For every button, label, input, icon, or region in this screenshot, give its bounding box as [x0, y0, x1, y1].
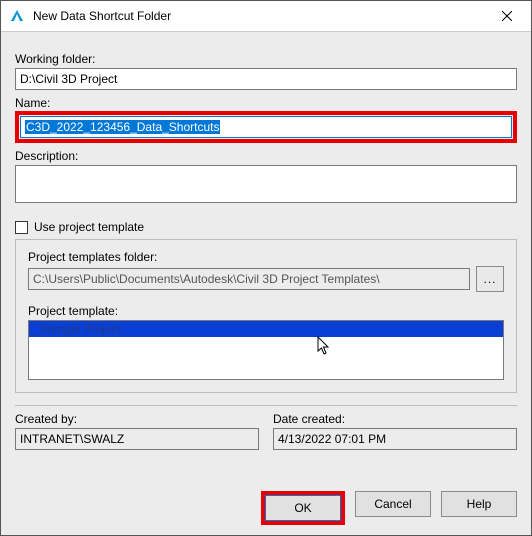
use-template-row[interactable]: Use project template	[15, 220, 517, 234]
name-field[interactable]: C3D_2022_123456_Data_Shortcuts	[20, 116, 512, 138]
close-button[interactable]	[487, 1, 527, 31]
project-template-list[interactable]: _Sample Project	[28, 320, 504, 380]
created-by-field	[15, 428, 259, 450]
ellipsis-icon: ...	[483, 272, 496, 286]
name-highlight: C3D_2022_123456_Data_Shortcuts	[15, 111, 517, 143]
name-label: Name:	[15, 96, 517, 110]
list-item[interactable]: _Sample Project	[29, 321, 503, 337]
dialog-new-data-shortcut-folder: New Data Shortcut Folder Working folder:…	[0, 0, 532, 536]
working-folder-field[interactable]	[15, 68, 517, 90]
description-label: Description:	[15, 149, 517, 163]
use-template-label: Use project template	[34, 220, 144, 234]
use-template-checkbox[interactable]	[15, 221, 28, 234]
browse-templates-button[interactable]: ...	[476, 266, 504, 292]
project-template-label: Project template:	[28, 304, 504, 318]
template-group: Project templates folder: ... Project te…	[15, 239, 517, 393]
working-folder-label: Working folder:	[15, 52, 517, 66]
title-bar: New Data Shortcut Folder	[1, 1, 531, 32]
date-created-field	[273, 428, 517, 450]
name-field-selection: C3D_2022_123456_Data_Shortcuts	[25, 120, 220, 134]
meta-row: Created by: Date created:	[15, 412, 517, 450]
date-created-label: Date created:	[273, 412, 517, 426]
ok-highlight: OK	[261, 491, 345, 525]
divider	[15, 405, 517, 406]
created-by-label: Created by:	[15, 412, 259, 426]
app-icon	[9, 8, 25, 24]
close-icon	[502, 11, 512, 21]
dialog-body: Working folder: Name: C3D_2022_123456_Da…	[1, 32, 531, 458]
description-field[interactable]	[15, 165, 517, 203]
templates-folder-label: Project templates folder:	[28, 250, 504, 264]
cancel-button[interactable]: Cancel	[355, 491, 431, 517]
ok-button[interactable]: OK	[265, 495, 341, 521]
templates-folder-field	[28, 268, 470, 290]
help-button[interactable]: Help	[441, 491, 517, 517]
button-row: OK Cancel Help	[1, 491, 531, 525]
dialog-title: New Data Shortcut Folder	[33, 9, 487, 23]
